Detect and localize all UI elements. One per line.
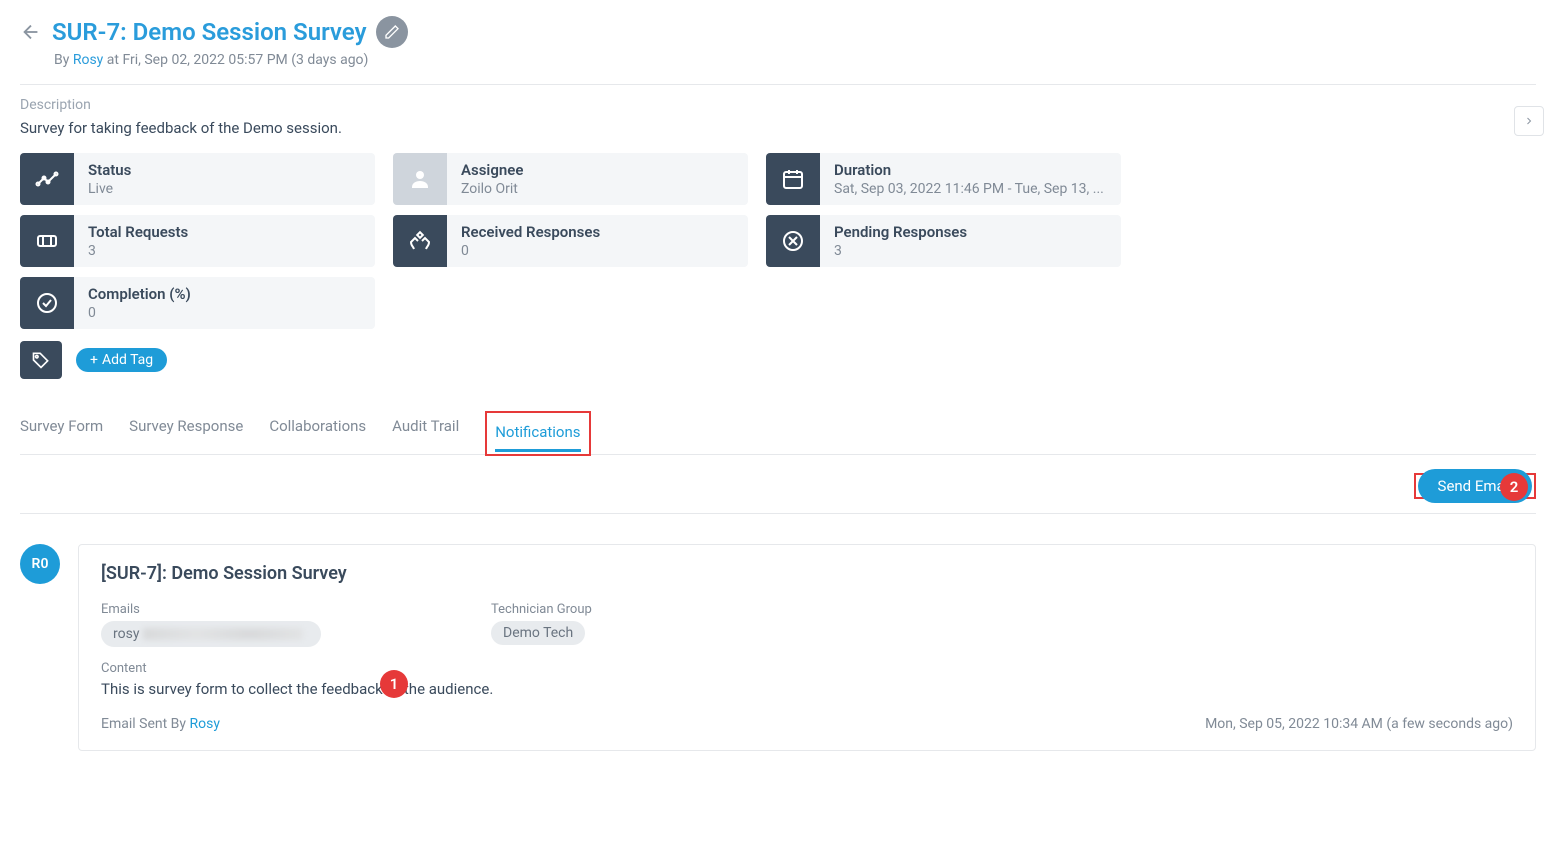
add-tag-button[interactable]: + Add Tag bbox=[76, 348, 167, 372]
person-icon bbox=[393, 153, 447, 205]
email-pill: rosy bbox=[101, 621, 321, 647]
received-responses-value: 0 bbox=[461, 243, 734, 259]
pending-responses-value: 3 bbox=[834, 243, 1107, 259]
tag-icon bbox=[20, 341, 62, 379]
total-requests-card: Total Requests 3 bbox=[20, 215, 375, 267]
notification-title: [SUR-7]: Demo Session Survey bbox=[101, 563, 1513, 584]
duration-value: Sat, Sep 03, 2022 11:46 PM - Tue, Sep 13… bbox=[834, 181, 1107, 197]
calendar-icon bbox=[766, 153, 820, 205]
plus-icon: + bbox=[90, 352, 98, 368]
byline: By Rosy at Fri, Sep 02, 2022 05:57 PM (3… bbox=[54, 52, 1536, 68]
page-title: SUR-7: Demo Session Survey bbox=[52, 18, 366, 46]
tab-notifications[interactable]: Notifications bbox=[495, 415, 580, 452]
completion-label: Completion (%) bbox=[88, 285, 361, 303]
back-arrow-icon[interactable] bbox=[20, 21, 42, 43]
assignee-value: Zoilo Orit bbox=[461, 181, 734, 197]
total-requests-value: 3 bbox=[88, 243, 361, 259]
byline-rest: at Fri, Sep 02, 2022 05:57 PM (3 days ag… bbox=[103, 52, 368, 68]
tab-survey-form[interactable]: Survey Form bbox=[20, 409, 103, 454]
duration-label: Duration bbox=[834, 161, 1107, 179]
status-card: Status Live bbox=[20, 153, 375, 205]
sent-by-prefix: Email Sent By bbox=[101, 716, 189, 732]
redacted-email-part bbox=[143, 628, 303, 640]
total-requests-label: Total Requests bbox=[88, 223, 361, 241]
tab-collaborations[interactable]: Collaborations bbox=[269, 409, 366, 454]
tab-survey-response[interactable]: Survey Response bbox=[129, 409, 243, 454]
technician-group-pill: Demo Tech bbox=[491, 621, 585, 645]
edit-button[interactable] bbox=[376, 16, 408, 48]
email-visible-part: rosy bbox=[113, 626, 139, 642]
check-circle-icon bbox=[20, 277, 74, 329]
byline-prefix: By bbox=[54, 52, 73, 68]
avatar: R0 bbox=[20, 544, 60, 584]
tab-audit-trail[interactable]: Audit Trail bbox=[392, 409, 459, 454]
sent-by-author[interactable]: Rosy bbox=[189, 716, 219, 732]
tab-bar: Survey Form Survey Response Collaboratio… bbox=[20, 409, 1536, 455]
content-text: This is survey form to collect the feedb… bbox=[101, 680, 1513, 698]
sent-time: Mon, Sep 05, 2022 10:34 AM (a few second… bbox=[1205, 716, 1513, 732]
duration-card: Duration Sat, Sep 03, 2022 11:46 PM - Tu… bbox=[766, 153, 1121, 205]
pending-responses-card: Pending Responses 3 bbox=[766, 215, 1121, 267]
notification-card: [SUR-7]: Demo Session Survey Emails rosy… bbox=[78, 544, 1536, 751]
annotation-callout-1: 1 bbox=[380, 670, 408, 698]
received-responses-card: Received Responses 0 bbox=[393, 215, 748, 267]
completion-value: 0 bbox=[88, 305, 361, 321]
byline-author[interactable]: Rosy bbox=[73, 52, 103, 68]
status-label: Status bbox=[88, 161, 361, 179]
hands-icon bbox=[393, 215, 447, 267]
received-responses-label: Received Responses bbox=[461, 223, 734, 241]
x-circle-icon bbox=[766, 215, 820, 267]
status-value: Live bbox=[88, 181, 361, 197]
line-chart-icon bbox=[20, 153, 74, 205]
completion-card: Completion (%) 0 bbox=[20, 277, 375, 329]
technician-group-label: Technician Group bbox=[491, 602, 592, 617]
add-tag-label: Add Tag bbox=[102, 352, 153, 368]
assignee-card: Assignee Zoilo Orit bbox=[393, 153, 748, 205]
content-label: Content bbox=[101, 661, 1513, 676]
annotation-box-notifications: Notifications bbox=[485, 411, 590, 456]
description-label: Description bbox=[20, 97, 1536, 113]
sent-by: Email Sent By Rosy bbox=[101, 716, 220, 732]
emails-label: Emails bbox=[101, 602, 321, 617]
expand-panel-button[interactable] bbox=[1514, 106, 1544, 136]
assignee-label: Assignee bbox=[461, 161, 734, 179]
annotation-callout-2: 2 bbox=[1500, 473, 1528, 501]
ticket-icon bbox=[20, 215, 74, 267]
description-text: Survey for taking feedback of the Demo s… bbox=[20, 119, 1536, 137]
pending-responses-label: Pending Responses bbox=[834, 223, 1107, 241]
